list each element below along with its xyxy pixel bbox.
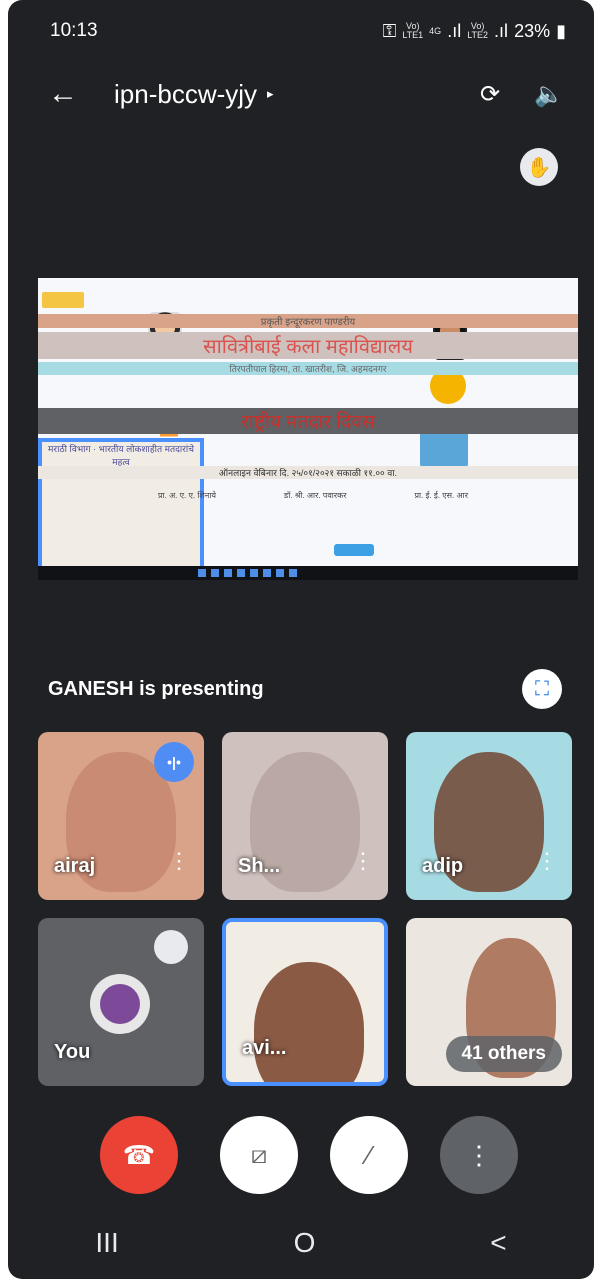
android-nav-bar: III O < [8, 1218, 594, 1268]
end-call-button[interactable]: ☎ [100, 1116, 178, 1194]
shared-col-2: डॉ. श्री. आर. पवारकर [283, 491, 347, 500]
shared-college: सावित्रीबाई कला महाविद्यालय [38, 332, 578, 359]
signal-icon: .ıl [447, 20, 462, 41]
sim1-indicator: Vo) LTE1 [402, 21, 424, 40]
clock: 10:13 [50, 20, 98, 41]
participant-name: You [54, 1041, 91, 1063]
meeting-code[interactable]: ipn-bccw-yjy ▸ [114, 79, 446, 110]
back-arrow-icon[interactable]: ← [48, 77, 88, 111]
shared-date: ऑनलाइन वेबिनार दि. २५/०१/२०२१ सकाळी ११.०… [38, 466, 578, 479]
participant-tile[interactable]: adip ⋮ [406, 732, 572, 900]
shared-columns: प्रा. अ. ए. ए. शिनाये डॉ. श्री. आर. पवार… [158, 490, 468, 501]
chevron-right-icon: ▸ [267, 86, 274, 101]
shared-taskbar [38, 566, 578, 580]
participant-tile[interactable]: •|• airaj ⋮ [38, 732, 204, 900]
status-icons: ⚿ Vo) LTE1 4G .ıl Vo) LTE2 .ıl 23% ▮ [383, 21, 566, 42]
status-bar: 10:13 ⚿ Vo) LTE1 4G .ıl Vo) LTE2 .ıl 23% ▮ [50, 18, 566, 44]
self-indicator [154, 930, 188, 964]
participant-tile[interactable]: Sh... ⋮ [222, 732, 388, 900]
avatar [90, 974, 150, 1034]
shared-badge [42, 292, 84, 308]
others-tile[interactable]: 41 others [406, 918, 572, 1086]
top-bar: ← ipn-bccw-yjy ▸ ⟳ 🔈 [48, 72, 564, 116]
shared-col-3: प्रा. ई. ई. एस. आर [414, 491, 468, 500]
presenting-text: GANESH is presenting [48, 677, 264, 700]
more-options-icon[interactable]: ⋮ [536, 848, 558, 874]
participant-name: avi... [242, 1037, 287, 1059]
more-options-button[interactable]: ⋮ [440, 1116, 518, 1194]
self-tile[interactable]: You [38, 918, 204, 1086]
more-options-icon[interactable]: ⋮ [352, 848, 374, 874]
recents-icon[interactable]: III [95, 1227, 118, 1259]
shared-col-1: प्रा. अ. ए. ए. शिनाये [158, 491, 217, 500]
participant-name: airaj [54, 855, 96, 877]
sim2-indicator: Vo) LTE2 [467, 21, 489, 40]
raise-hand-icon[interactable]: ✋ [520, 148, 558, 186]
shared-organizer: मराठी विभाग · भारतीय लोकशाहीत मतदारांचे … [38, 438, 204, 580]
battery-percent: 23% [514, 20, 551, 41]
shared-button [334, 544, 374, 556]
network-type: 4G [429, 25, 442, 36]
shared-screen: प्रकृती इन्दूरकरण पाण्डरीय सावित्रीबाई क… [38, 278, 578, 580]
home-icon[interactable]: O [294, 1227, 316, 1259]
phone-screen: 10:13 ⚿ Vo) LTE1 4G .ıl Vo) LTE2 .ıl 23% ▮… [8, 0, 594, 1279]
participant-name: adip [422, 855, 464, 877]
signal-icon-2: .ıl [494, 20, 509, 41]
mic-off-button[interactable]: ⁄ [330, 1116, 408, 1194]
back-icon[interactable]: < [490, 1227, 506, 1259]
fullscreen-icon[interactable]: ⛶ [522, 669, 562, 709]
shared-header: प्रकृती इन्दूरकरण पाण्डरीय [38, 314, 578, 328]
participant-video [254, 962, 364, 1082]
battery-icon: ▮ [556, 20, 566, 41]
participant-name: Sh... [238, 855, 281, 877]
camera-off-button[interactable]: ⧄ [220, 1116, 298, 1194]
meeting-code-label: ipn-bccw-yjy [114, 78, 258, 109]
key-icon: ⚿ [382, 20, 397, 41]
others-count[interactable]: 41 others [445, 1036, 562, 1072]
shared-sub: तिरपतीपाल हिरमा, ता. खातरीश, जि. अहमदनगर [38, 362, 578, 375]
more-options-icon[interactable]: ⋮ [168, 848, 190, 874]
presenting-bar: GANESH is presenting ⛶ [8, 662, 594, 716]
participant-tile-pinned[interactable]: avi... [222, 918, 388, 1086]
shared-event: राष्ट्रीय मतदार दिवस [38, 408, 578, 434]
speaker-icon[interactable]: 🔈 [534, 80, 564, 109]
switch-camera-icon[interactable]: ⟳ [480, 80, 500, 109]
speaking-indicator-icon: •|• [154, 742, 194, 782]
taskbar-icons [198, 569, 297, 577]
call-controls: ☎ ⧄ ⁄ ⋮ [8, 1116, 594, 1196]
